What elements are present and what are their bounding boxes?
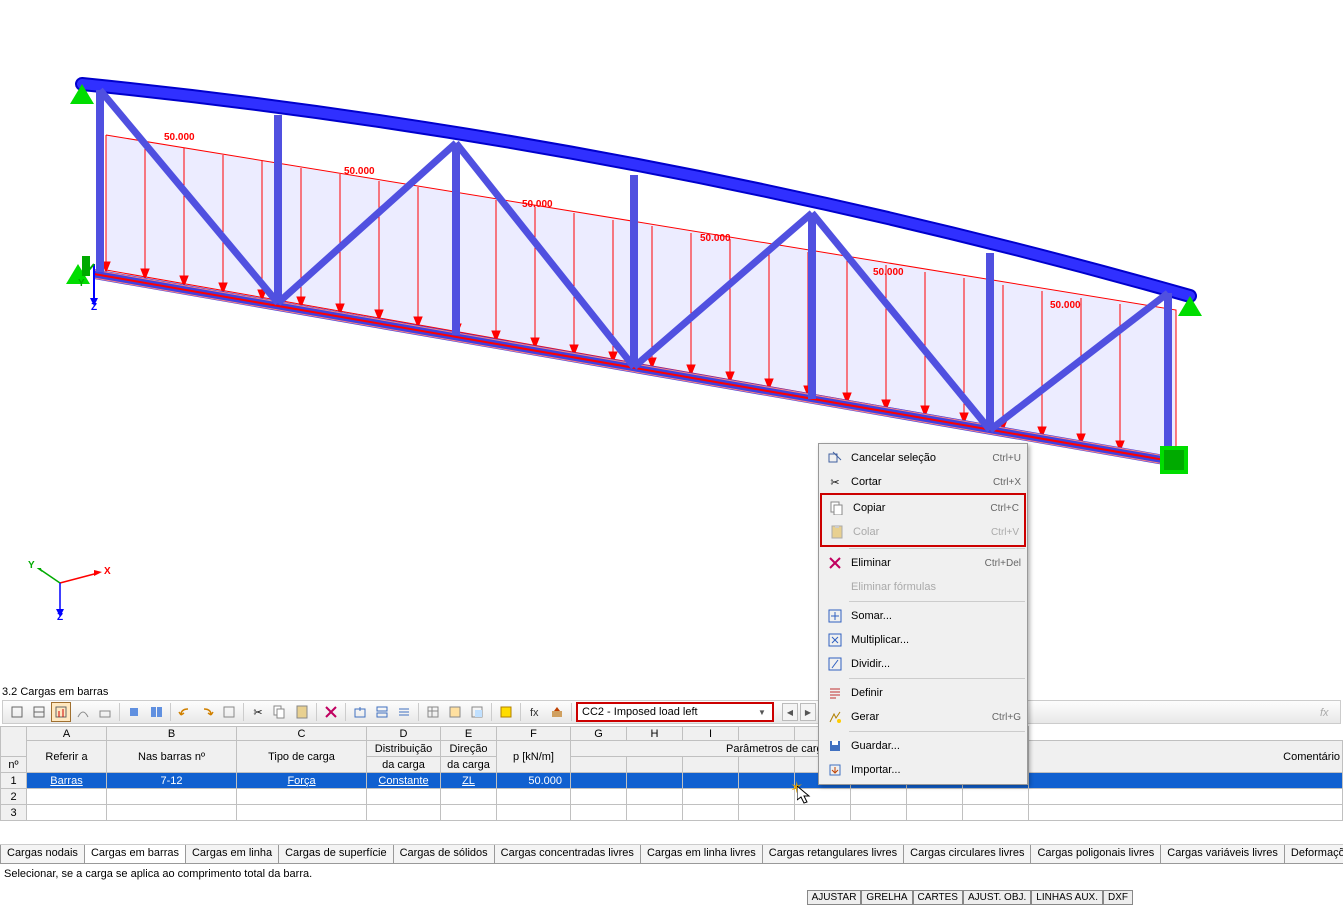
- tab-cargas-nodais[interactable]: Cargas nodais: [0, 845, 85, 864]
- tb-btn-17[interactable]: [394, 702, 414, 722]
- tb-btn-20[interactable]: [467, 702, 487, 722]
- tb-btn-23[interactable]: [547, 702, 567, 722]
- bottom-tabs: Cargas nodais Cargas em barras Cargas em…: [0, 844, 1343, 864]
- save-icon: [825, 736, 845, 756]
- tab-cargas-retangulares-livres[interactable]: Cargas retangulares livres: [762, 845, 904, 864]
- menu-cancel-selection[interactable]: Cancelar seleção Ctrl+U: [821, 446, 1025, 470]
- menu-multiply[interactable]: Multiplicar...: [821, 628, 1025, 652]
- cursor-icon: [797, 786, 813, 806]
- nav-prev[interactable]: ◀: [782, 703, 798, 721]
- generate-icon: [825, 707, 845, 727]
- tb-delete[interactable]: [321, 702, 341, 722]
- tb-btn-21[interactable]: [496, 702, 516, 722]
- tb-cut[interactable]: ✂: [248, 702, 268, 722]
- delete-icon: [825, 553, 845, 573]
- tb-redo[interactable]: [197, 702, 217, 722]
- load-value-1: 50.000: [164, 132, 195, 143]
- tab-cargas-poligonais-livres[interactable]: Cargas poligonais livres: [1030, 845, 1161, 864]
- tb-btn-22[interactable]: fx: [525, 702, 545, 722]
- tb-btn-4[interactable]: [73, 702, 93, 722]
- flag-dxf[interactable]: DXF: [1103, 890, 1133, 905]
- flag-linhas-aux[interactable]: LINHAS AUX.: [1031, 890, 1103, 905]
- tb-btn-18[interactable]: [423, 702, 443, 722]
- load-value-5: 50.000: [873, 267, 904, 278]
- cancel-icon: [825, 448, 845, 468]
- tab-cargas-em-linha[interactable]: Cargas em linha: [185, 845, 279, 864]
- divide-icon: [825, 654, 845, 674]
- tab-cargas-linha-livres[interactable]: Cargas em linha livres: [640, 845, 763, 864]
- menu-delete-formulas: Eliminar fórmulas: [821, 575, 1025, 599]
- tb-btn-6[interactable]: [124, 702, 144, 722]
- svg-text:fx: fx: [530, 707, 539, 719]
- flag-cartes[interactable]: CARTES: [913, 890, 963, 905]
- nav-next[interactable]: ▶: [800, 703, 816, 721]
- tb-btn-3[interactable]: [51, 702, 71, 722]
- multiply-icon: [825, 630, 845, 650]
- menu-divide[interactable]: Dividir...: [821, 652, 1025, 676]
- menu-paste: Colar Ctrl+V: [823, 520, 1023, 544]
- tb-btn-5[interactable]: [95, 702, 115, 722]
- import-icon: [825, 760, 845, 780]
- coordinate-triad-main: Y Z: [84, 254, 124, 317]
- plus-icon: [825, 606, 845, 626]
- define-icon: [825, 683, 845, 703]
- status-text: Selecionar, se a carga se aplica ao comp…: [0, 866, 316, 882]
- tab-cargas-solidos[interactable]: Cargas de sólidos: [393, 845, 495, 864]
- menu-define[interactable]: Definir: [821, 681, 1025, 705]
- svg-text:fx: fx: [1320, 707, 1329, 719]
- panel-title: 3.2 Cargas em barras: [2, 686, 108, 698]
- chevron-down-icon: ▼: [756, 708, 768, 717]
- tb-btn-fx[interactable]: fx: [1316, 702, 1336, 722]
- tb-paste[interactable]: [292, 702, 312, 722]
- load-value-2: 50.000: [344, 166, 375, 177]
- tab-cargas-superficie[interactable]: Cargas de superfície: [278, 845, 394, 864]
- coordinate-triad-global: X Y Z: [30, 568, 110, 631]
- table-toolbar: ✂ fx CC2 - Imposed load left ▼ ◀ ▶ fx: [2, 700, 1341, 724]
- tb-btn-15[interactable]: [350, 702, 370, 722]
- table-row-2[interactable]: 2: [1, 789, 1343, 805]
- menu-generate[interactable]: Gerar Ctrl+G: [821, 705, 1025, 729]
- flag-ajustar[interactable]: AJUSTAR: [807, 890, 862, 905]
- table-row-3[interactable]: 3: [1, 805, 1343, 821]
- menu-delete[interactable]: Eliminar Ctrl+Del: [821, 551, 1025, 575]
- tb-btn-10[interactable]: [219, 702, 239, 722]
- menu-import[interactable]: Importar...: [821, 758, 1025, 782]
- load-value-4: 50.000: [700, 233, 731, 244]
- menu-sum[interactable]: Somar...: [821, 604, 1025, 628]
- paste-icon: [827, 522, 847, 542]
- truss-drawing: [0, 0, 1343, 670]
- menu-save[interactable]: Guardar...: [821, 734, 1025, 758]
- loads-table[interactable]: A B C D E F G H I N Referir a Nas barras…: [0, 726, 1343, 821]
- tb-btn-1[interactable]: [7, 702, 27, 722]
- menu-copy[interactable]: Copiar Ctrl+C: [823, 496, 1023, 520]
- context-menu: Cancelar seleção Ctrl+U ✂ Cortar Ctrl+X …: [818, 443, 1028, 785]
- menu-cut[interactable]: ✂ Cortar Ctrl+X: [821, 470, 1025, 494]
- flag-grelha[interactable]: GRELHA: [861, 890, 912, 905]
- tb-undo[interactable]: [175, 702, 195, 722]
- flag-ajust-obj[interactable]: AJUST. OBJ.: [963, 890, 1031, 905]
- tab-cargas-concentradas-livres[interactable]: Cargas concentradas livres: [494, 845, 641, 864]
- tb-copy[interactable]: [270, 702, 290, 722]
- tb-btn-16[interactable]: [372, 702, 392, 722]
- tab-deformacoes-nos[interactable]: Deformações de nós impostas: [1284, 845, 1343, 864]
- load-case-combo[interactable]: CC2 - Imposed load left ▼: [576, 702, 774, 722]
- status-flags: AJUSTAR GRELHA CARTES AJUST. OBJ. LINHAS…: [807, 890, 1133, 905]
- tab-cargas-variaveis-livres[interactable]: Cargas variáveis livres: [1160, 845, 1285, 864]
- tb-btn-19[interactable]: [445, 702, 465, 722]
- tab-cargas-em-barras[interactable]: Cargas em barras: [84, 845, 186, 864]
- tb-btn-2[interactable]: [29, 702, 49, 722]
- tab-cargas-circulares-livres[interactable]: Cargas circulares livres: [903, 845, 1031, 864]
- 3d-viewport[interactable]: 50.000 50.000 50.000 50.000 50.000 50.00…: [0, 0, 1343, 670]
- table-row-1[interactable]: 1 Barras 7-12 Força Constante ZL 50.000: [1, 773, 1343, 789]
- load-value-3: 50.000: [522, 199, 553, 210]
- load-value-6: 50.000: [1050, 300, 1081, 311]
- tb-btn-7[interactable]: [146, 702, 166, 722]
- cut-icon: ✂: [825, 472, 845, 492]
- copy-icon: [827, 498, 847, 518]
